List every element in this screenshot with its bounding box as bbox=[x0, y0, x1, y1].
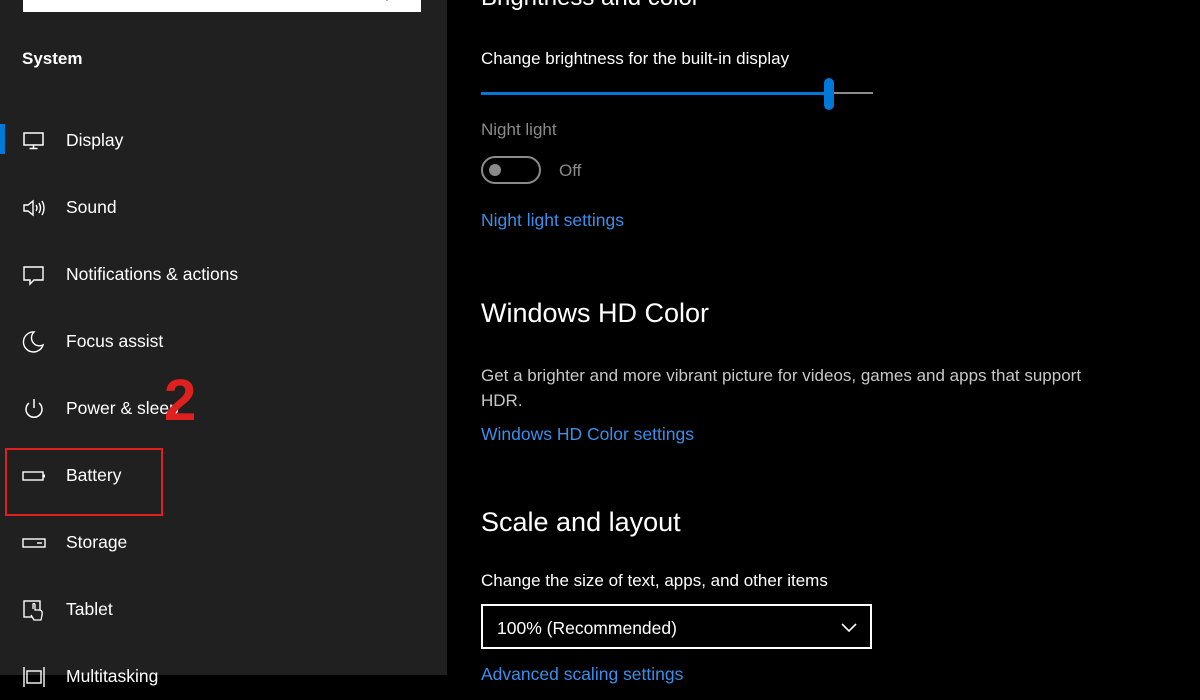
sidebar-item-focus-assist[interactable]: Focus assist bbox=[0, 319, 447, 365]
sidebar-section-title: System bbox=[22, 49, 83, 68]
speaker-icon bbox=[22, 196, 46, 220]
highlight-box bbox=[5, 448, 163, 516]
sidebar-item-power-sleep[interactable]: Power & sleep bbox=[0, 386, 447, 432]
hd-color-title: Windows HD Color bbox=[481, 298, 710, 328]
search-icon bbox=[385, 0, 401, 2]
sidebar-item-storage[interactable]: Storage bbox=[0, 520, 447, 566]
power-icon bbox=[22, 397, 46, 421]
sidebar-item-multitasking[interactable]: Multitasking bbox=[0, 654, 447, 700]
sidebar-item-display[interactable]: Display bbox=[0, 118, 447, 164]
scale-layout-title: Scale and layout bbox=[481, 507, 681, 537]
scale-selected-value: 100% (Recommended) bbox=[497, 618, 677, 638]
night-light-state: Off bbox=[559, 161, 582, 180]
scale-dropdown[interactable]: 100% (Recommended) bbox=[481, 604, 872, 649]
scale-label: Change the size of text, apps, and other… bbox=[481, 571, 828, 590]
slider-thumb[interactable] bbox=[824, 78, 834, 110]
sidebar-item-label: Notifications & actions bbox=[66, 264, 239, 284]
sidebar-item-label: Power & sleep bbox=[66, 398, 179, 418]
sidebar-item-tablet[interactable]: Tablet bbox=[0, 587, 447, 633]
slider-track-empty bbox=[829, 92, 873, 94]
sidebar-item-label: Tablet bbox=[66, 599, 113, 619]
hd-color-settings-link[interactable]: Windows HD Color settings bbox=[481, 424, 694, 445]
chevron-down-icon bbox=[840, 620, 858, 634]
hd-color-description: Get a brighter and more vibrant picture … bbox=[481, 366, 1082, 410]
sidebar-item-label: Focus assist bbox=[66, 331, 164, 351]
step-number-annotation: 2 bbox=[164, 368, 197, 433]
sidebar-item-sound[interactable]: Sound bbox=[0, 185, 447, 231]
slider-track-filled bbox=[481, 92, 829, 95]
sidebar-item-label: Sound bbox=[66, 197, 117, 217]
sidebar-item-label: Storage bbox=[66, 532, 128, 552]
notification-icon bbox=[22, 263, 46, 287]
display-icon bbox=[22, 129, 46, 153]
search-input[interactable] bbox=[23, 0, 421, 12]
storage-icon bbox=[22, 531, 46, 555]
night-light-label: Night light bbox=[481, 120, 557, 139]
sidebar-item-label: Display bbox=[66, 130, 124, 150]
night-light-toggle[interactable] bbox=[481, 156, 541, 184]
moon-icon bbox=[22, 330, 46, 354]
sidebar-item-label: Multitasking bbox=[66, 666, 159, 686]
main-content: Brightness and color Change brightness f… bbox=[447, 0, 1200, 684]
sidebar: System Display Sound Notifications & act… bbox=[0, 0, 447, 687]
active-indicator bbox=[0, 124, 5, 154]
brightness-slider-label: Change brightness for the built-in displ… bbox=[481, 49, 790, 68]
toggle-knob bbox=[489, 164, 501, 176]
tablet-icon bbox=[22, 598, 46, 622]
sidebar-item-notifications[interactable]: Notifications & actions bbox=[0, 252, 447, 298]
brightness-section-title: Brightness and color bbox=[481, 0, 700, 12]
night-light-settings-link[interactable]: Night light settings bbox=[481, 210, 624, 231]
multitasking-icon bbox=[22, 665, 46, 689]
